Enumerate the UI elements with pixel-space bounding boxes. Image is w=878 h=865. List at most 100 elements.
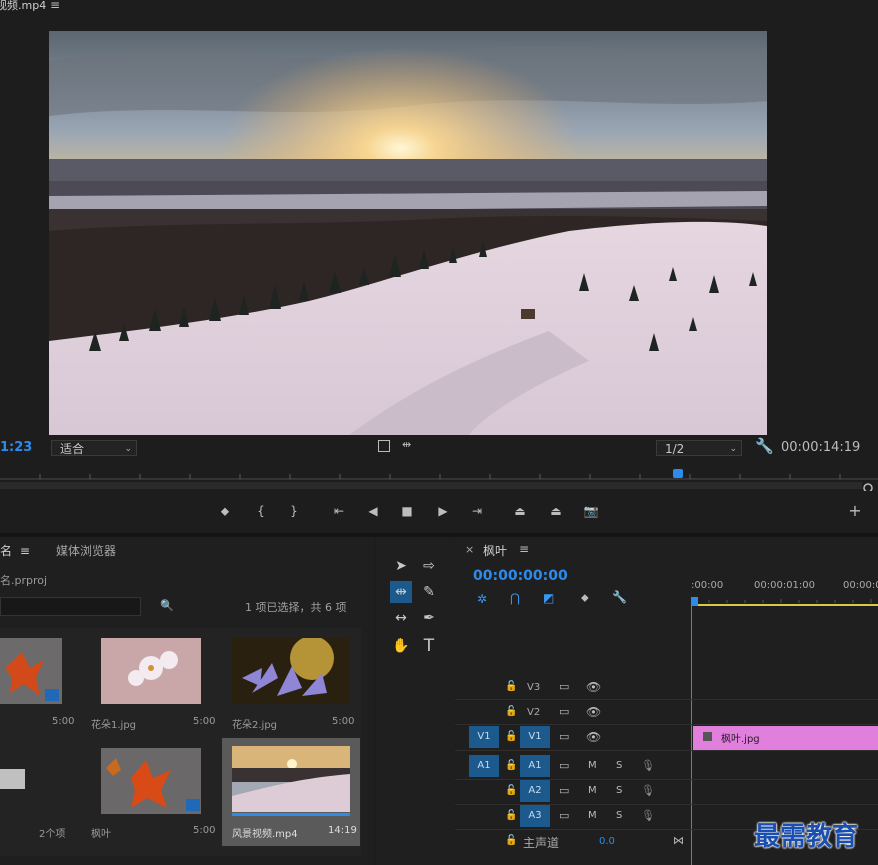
playhead-handle[interactable] bbox=[691, 597, 698, 606]
project-file-name: 名.prproj bbox=[0, 574, 48, 587]
item-label: 枫叶 bbox=[91, 829, 111, 840]
snow-landscape-image bbox=[49, 31, 767, 435]
lock-icon[interactable]: 🔓 bbox=[505, 706, 517, 717]
solo-button[interactable]: S bbox=[616, 785, 622, 796]
close-icon[interactable]: × bbox=[465, 543, 474, 556]
list-item-selected[interactable]: 风景视频.mp4 14:19 bbox=[222, 738, 360, 846]
eye-icon[interactable]: 👁 bbox=[586, 730, 601, 744]
lock-icon[interactable]: 🔓 bbox=[505, 760, 517, 771]
step-forward-icon[interactable]: ▶ bbox=[433, 503, 453, 519]
item-duration: 5:00 bbox=[332, 716, 355, 727]
zoom-select[interactable]: 适合 ⌄ bbox=[51, 440, 137, 456]
linked-selection-icon[interactable]: ◩ bbox=[543, 591, 554, 605]
expand-icon[interactable]: ⋈ bbox=[673, 834, 684, 847]
track-select-tool-icon[interactable]: ⇨ bbox=[418, 555, 440, 577]
track-target-a2[interactable]: A2 bbox=[520, 780, 550, 802]
sync-lock-icon[interactable]: ▭ bbox=[559, 784, 569, 797]
ruler-mark: 00:00:01:00 bbox=[754, 580, 816, 591]
solo-button[interactable]: S bbox=[616, 810, 622, 821]
go-to-out-icon[interactable]: ⇥ bbox=[467, 503, 487, 519]
lift-icon[interactable]: ⏏ bbox=[510, 503, 530, 519]
tab-media-browser[interactable]: 媒体浏览器 bbox=[56, 542, 116, 559]
sync-lock-icon[interactable]: ▭ bbox=[559, 759, 569, 772]
go-to-in-icon[interactable]: ⇤ bbox=[329, 503, 349, 519]
add-button-icon[interactable]: + bbox=[845, 503, 865, 519]
slip-tool-icon[interactable]: ↔ bbox=[390, 607, 412, 629]
monitor-time-ruler[interactable] bbox=[0, 469, 878, 493]
clip-maple-leaf[interactable]: 枫叶.jpg bbox=[693, 726, 878, 750]
lock-icon[interactable]: 🔓 bbox=[505, 810, 517, 821]
snap-icon[interactable]: ⋂ bbox=[510, 591, 520, 605]
track-row-a3: 🔓 A3 ▭ M S 🎙 bbox=[455, 804, 691, 828]
mute-button[interactable]: M bbox=[588, 785, 597, 796]
list-item[interactable]: 枫叶 5:00 bbox=[83, 738, 221, 846]
sequence-tab[interactable]: 枫叶 bbox=[483, 542, 507, 559]
lock-icon[interactable]: 🔓 bbox=[505, 731, 517, 742]
mute-button[interactable]: M bbox=[588, 760, 597, 771]
selected-progress-bar bbox=[232, 813, 350, 816]
track-target-a3[interactable]: A3 bbox=[520, 805, 550, 827]
safe-margins-icon[interactable] bbox=[378, 440, 390, 452]
monitor-menu-icon[interactable]: ≡ bbox=[50, 0, 60, 12]
list-item[interactable]: 花朵2.jpg 5:00 bbox=[222, 628, 360, 736]
lock-icon[interactable]: 🔓 bbox=[505, 681, 517, 692]
microphone-icon[interactable]: 🎙 bbox=[641, 759, 655, 772]
sync-lock-icon[interactable]: ▭ bbox=[559, 705, 569, 718]
step-back-icon[interactable]: ◀ bbox=[363, 503, 383, 519]
timeline-ruler[interactable] bbox=[690, 597, 878, 607]
eye-icon[interactable]: 👁 bbox=[586, 705, 601, 719]
menu-icon[interactable]: ≡ bbox=[519, 542, 529, 556]
tab-project[interactable]: 名 ≡ bbox=[0, 542, 30, 559]
timeline-timecode[interactable]: 00:00:00:00 bbox=[473, 568, 568, 584]
find-icon[interactable]: 🔍 bbox=[160, 599, 174, 612]
selection-tool-icon[interactable]: ➤ bbox=[390, 555, 412, 577]
selection-info: 1 项已选择，共 6 项 bbox=[245, 601, 347, 614]
extract-icon[interactable]: ⏏ bbox=[546, 503, 566, 519]
sync-lock-icon[interactable]: ▭ bbox=[559, 809, 569, 822]
mark-in-icon[interactable]: { bbox=[251, 503, 271, 519]
zoom-scrollbar[interactable] bbox=[0, 482, 862, 489]
source-patch-a1[interactable]: A1 bbox=[469, 755, 499, 777]
playhead-marker[interactable] bbox=[673, 469, 683, 478]
export-frame-icon[interactable]: 📷 bbox=[581, 503, 601, 519]
mute-button[interactable]: M bbox=[588, 810, 597, 821]
resolution-select[interactable]: 1/2 ⌄ bbox=[656, 440, 742, 456]
search-input[interactable] bbox=[0, 597, 141, 616]
playhead-timecode[interactable]: 1:23 bbox=[0, 440, 32, 455]
scroll-handle[interactable] bbox=[863, 483, 873, 493]
pen-tool-icon[interactable]: ✒ bbox=[418, 607, 440, 629]
stop-icon[interactable]: ■ bbox=[397, 503, 417, 519]
track-row-a1: A1 🔓 A1 ▭ M S 🎙 bbox=[455, 754, 691, 778]
master-volume[interactable]: 0.0 bbox=[599, 836, 615, 847]
source-patch-v1[interactable]: V1 bbox=[469, 726, 499, 748]
wrench-icon[interactable]: 🔧 bbox=[755, 437, 774, 455]
add-marker-icon[interactable]: ⬥ bbox=[215, 503, 235, 519]
track-target-v1[interactable]: V1 bbox=[520, 726, 550, 748]
type-tool-icon[interactable]: T bbox=[418, 635, 440, 657]
sync-lock-icon[interactable]: ▭ bbox=[559, 680, 569, 693]
add-marker-icon[interactable]: ⬥ bbox=[581, 591, 589, 605]
list-item[interactable]: 花朵1.jpg 5:00 bbox=[83, 628, 221, 736]
work-area-bar[interactable] bbox=[691, 604, 878, 606]
tab-project-label: 名 bbox=[0, 544, 13, 558]
razor-tool-icon[interactable]: ✎ bbox=[418, 581, 440, 603]
sync-lock-icon[interactable]: ▭ bbox=[559, 730, 569, 743]
eye-icon[interactable]: 👁 bbox=[586, 680, 601, 694]
track-target-a1[interactable]: A1 bbox=[520, 755, 550, 777]
lock-icon[interactable]: 🔓 bbox=[505, 835, 517, 846]
ripple-edit-tool-icon[interactable]: ⇹ bbox=[390, 581, 412, 603]
menu-icon[interactable]: ≡ bbox=[20, 544, 30, 558]
solo-button[interactable]: S bbox=[616, 760, 622, 771]
wrench-icon[interactable]: 🔧 bbox=[612, 590, 627, 604]
hand-tool-icon[interactable]: ✋ bbox=[390, 635, 412, 657]
playhead-line[interactable] bbox=[691, 605, 692, 865]
nest-icon[interactable]: ✲ bbox=[477, 592, 487, 606]
microphone-icon[interactable]: 🎙 bbox=[641, 784, 655, 797]
microphone-icon[interactable]: 🎙 bbox=[641, 809, 655, 822]
monitor-title: 视频.mp4 bbox=[0, 0, 47, 12]
lock-icon[interactable]: 🔓 bbox=[505, 785, 517, 796]
transmit-icon[interactable]: ⇹ bbox=[402, 438, 411, 451]
zoom-value: 适合 bbox=[60, 442, 85, 456]
ruler-mark: :00:00 bbox=[691, 580, 724, 591]
mark-out-icon[interactable]: } bbox=[284, 503, 304, 519]
